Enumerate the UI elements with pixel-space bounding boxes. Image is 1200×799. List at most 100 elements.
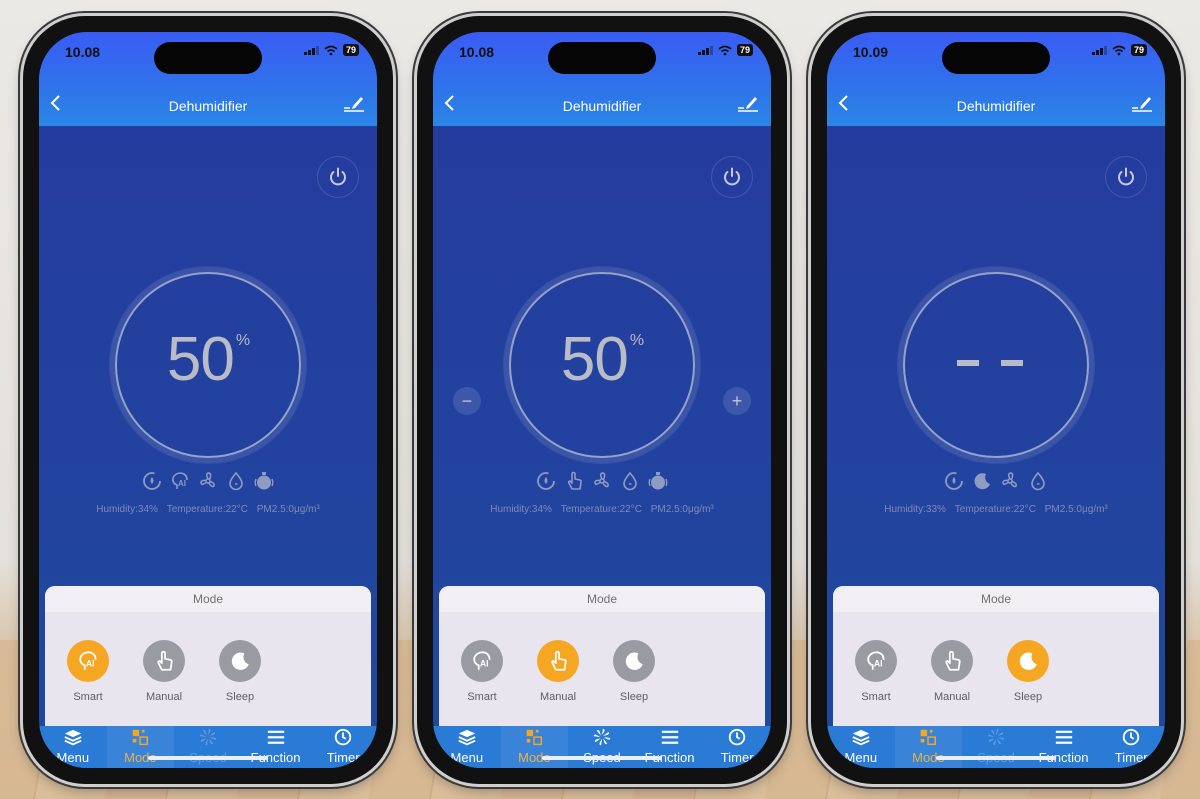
tab-label: Menu xyxy=(56,750,90,765)
mode-button[interactable] xyxy=(1007,640,1049,682)
mode-label: Smart xyxy=(467,691,497,703)
mode-label: Sleep xyxy=(1013,691,1043,703)
sensor-readings: Humidity:34% Temperature:22°C PM2.5:0μg/… xyxy=(39,504,377,515)
fan-icon xyxy=(1002,472,1017,488)
humidity-reading: Humidity:33% xyxy=(884,504,946,515)
mode-button[interactable] xyxy=(613,640,655,682)
bottom-tab-bar: Menu Mode Speed Function Timer xyxy=(39,726,377,768)
fan-speed-icon xyxy=(593,728,611,746)
tab-timer[interactable]: Timer xyxy=(703,726,771,768)
tab-function[interactable]: Function xyxy=(242,726,310,768)
edit-button[interactable] xyxy=(737,94,759,112)
mode-button[interactable] xyxy=(219,640,261,682)
mode-button[interactable] xyxy=(143,640,185,682)
tab-label: Timer xyxy=(720,750,754,765)
mode-sheet-title: Mode xyxy=(833,586,1159,612)
mode-option-manual[interactable]: Manual xyxy=(931,640,973,703)
pm25-reading: PM2.5:0μg/m³ xyxy=(256,504,320,515)
power-button[interactable] xyxy=(317,156,359,198)
humidity-reading: Humidity:34% xyxy=(490,504,552,515)
mode-option-sleep[interactable]: Sleep xyxy=(219,640,261,703)
menu-lines-icon xyxy=(1055,730,1072,744)
fan-speed-icon xyxy=(987,728,1005,746)
fan-speed-icon xyxy=(199,728,217,746)
status-indicators xyxy=(827,470,1165,492)
tab-speed[interactable]: Speed xyxy=(962,726,1030,768)
mode-option-sleep[interactable]: Sleep xyxy=(1007,640,1049,703)
svg-text:AI: AI xyxy=(178,479,186,488)
edit-icon xyxy=(344,97,364,112)
mode-label: Manual xyxy=(933,691,971,703)
sensor-readings: Humidity:33% Temperature:22°C PM2.5:0μg/… xyxy=(827,504,1165,515)
app-screen: 10.08 79 Dehumidifier 50% xyxy=(39,32,377,768)
edit-button[interactable] xyxy=(1131,94,1153,112)
wifi-icon xyxy=(718,45,732,55)
app-header: 10.09 79 Dehumidifier xyxy=(827,32,1165,126)
battery-indicator: 79 xyxy=(342,44,359,56)
svg-text:AI: AI xyxy=(86,658,95,668)
tab-menu[interactable]: Menu xyxy=(827,726,895,768)
tab-menu[interactable]: Menu xyxy=(39,726,107,768)
mode-button[interactable]: AI xyxy=(67,640,109,682)
mode-options: AI Smart Manual Sleep xyxy=(461,640,655,703)
mode-option-smart[interactable]: AI Smart xyxy=(461,640,503,703)
mode-option-smart[interactable]: AI Smart xyxy=(67,640,109,703)
mode-grid-icon xyxy=(527,729,543,746)
edit-button[interactable] xyxy=(343,94,365,112)
edit-icon xyxy=(1132,97,1152,112)
fan-icon xyxy=(200,472,215,488)
mode-button[interactable]: AI xyxy=(855,640,897,682)
humidity-dial xyxy=(903,272,1089,458)
wifi-icon xyxy=(324,45,338,55)
tab-menu[interactable]: Menu xyxy=(433,726,501,768)
tab-speed[interactable]: Speed xyxy=(568,726,636,768)
humidity-unit: % xyxy=(235,332,250,349)
mode-option-manual[interactable]: Manual xyxy=(537,640,579,703)
mode-label: Manual xyxy=(145,691,183,703)
tab-label: Menu xyxy=(450,750,484,765)
status-icons: 79 xyxy=(1091,44,1147,56)
moon-icon xyxy=(974,473,990,490)
mode-label: Sleep xyxy=(225,691,255,703)
increase-humidity-button[interactable]: + xyxy=(723,387,751,415)
temperature-reading: Temperature:22°C xyxy=(954,504,1036,515)
mode-button[interactable]: AI xyxy=(461,640,503,682)
tab-function[interactable]: Function xyxy=(1030,726,1098,768)
power-icon xyxy=(330,167,346,186)
smart-ai-icon: AI xyxy=(79,651,97,670)
tab-mode[interactable]: Mode xyxy=(106,726,175,768)
home-indicator xyxy=(148,756,268,760)
bottom-tab-bar: Menu Mode Speed Function Timer xyxy=(433,726,771,768)
mode-option-manual[interactable]: Manual xyxy=(143,640,185,703)
mode-label: Manual xyxy=(539,691,577,703)
tab-mode[interactable]: Mode xyxy=(500,726,569,768)
tab-mode[interactable]: Mode xyxy=(894,726,963,768)
page-title: Dehumidifier xyxy=(956,98,1036,114)
dynamic-island xyxy=(942,42,1050,74)
tab-timer[interactable]: Timer xyxy=(309,726,377,768)
power-button[interactable] xyxy=(711,156,753,198)
mode-sheet: Mode AI Smart Manual Sleep xyxy=(833,586,1159,726)
mode-option-sleep[interactable]: Sleep xyxy=(613,640,655,703)
power-button[interactable] xyxy=(1105,156,1147,198)
drop-icon xyxy=(1031,471,1045,491)
tab-function[interactable]: Function xyxy=(636,726,704,768)
page-title: Dehumidifier xyxy=(562,98,642,114)
app-header: 10.08 79 Dehumidifier xyxy=(39,32,377,126)
mode-option-smart[interactable]: AI Smart xyxy=(855,640,897,703)
tab-timer[interactable]: Timer xyxy=(1097,726,1165,768)
tab-speed[interactable]: Speed xyxy=(174,726,242,768)
phone-frame-3: 10.09 79 Dehumidifier Humidity:33% Tempe… xyxy=(811,16,1181,784)
mode-button[interactable] xyxy=(537,640,579,682)
decrease-humidity-button[interactable]: − xyxy=(453,387,481,415)
edit-icon xyxy=(738,97,758,112)
home-indicator xyxy=(936,756,1056,760)
humidity-reading: Humidity:34% xyxy=(96,504,158,515)
drop-icon xyxy=(623,471,637,491)
status-time: 10.08 xyxy=(65,44,101,60)
fan-icon xyxy=(594,472,609,488)
mode-options: AI Smart Manual Sleep xyxy=(67,640,261,703)
mode-options: AI Smart Manual Sleep xyxy=(855,640,1049,703)
power-icon xyxy=(724,167,740,186)
mode-button[interactable] xyxy=(931,640,973,682)
